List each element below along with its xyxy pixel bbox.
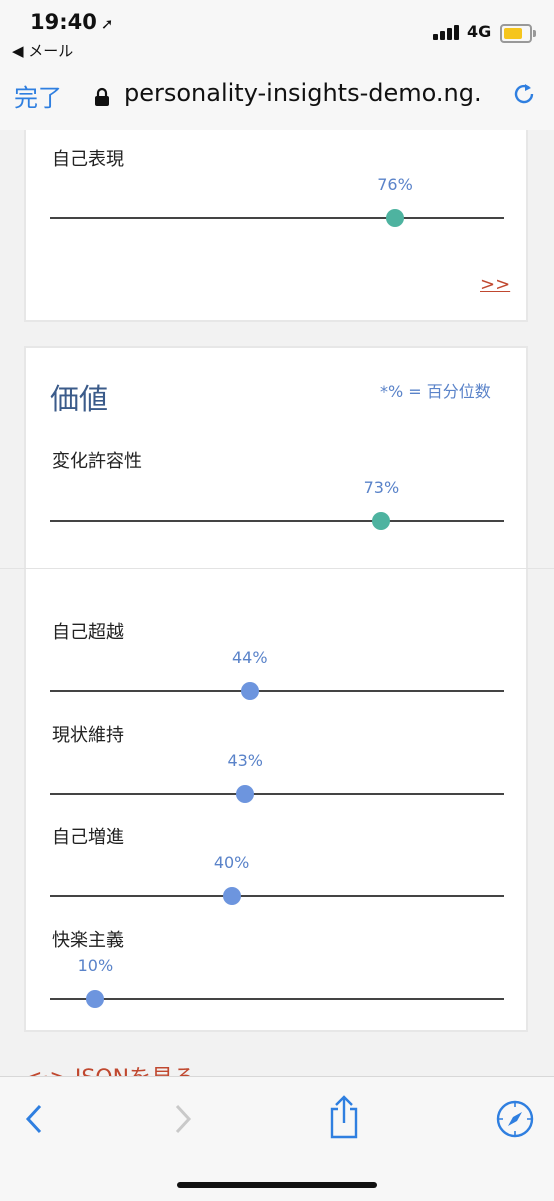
share-icon[interactable]: [328, 1095, 360, 1139]
sub-trait-label: 自己超越: [52, 622, 124, 643]
trait-card-self-expression: 自己表現 76% >>: [24, 130, 528, 322]
main-trait-slider-knob: [372, 512, 391, 530]
forward-icon[interactable]: [171, 1103, 195, 1135]
page-content[interactable]: 自己表現 76% >> 価値 *% = 百分位数 変化許容性 73% 自己超越 4…: [0, 130, 554, 1076]
network-type: 4G: [467, 22, 492, 41]
home-indicator: [177, 1182, 377, 1188]
main-trait-label: 変化許容性: [52, 451, 142, 472]
sub-trait-slider-knob: [222, 887, 241, 905]
percentile-note: *% = 百分位数: [380, 382, 491, 401]
view-json-link[interactable]: <·> JSONを見る: [24, 1060, 195, 1076]
status-time: 19:40 ➚: [30, 10, 113, 34]
sub-trait-slider-track: [50, 895, 504, 897]
sub-trait-slider-track: [50, 690, 504, 692]
sub-trait-slider-knob: [236, 785, 255, 803]
reload-icon[interactable]: [510, 80, 538, 108]
trait-slider-knob: [386, 209, 405, 227]
sub-trait-label: 快楽主義: [52, 930, 124, 951]
values-card: 価値 *% = 百分位数 変化許容性 73% 自己超越 44% 現状維持 43% 自己増…: [0, 346, 554, 1032]
time-text: 19:40: [30, 10, 97, 34]
main-trait-percent: 73%: [363, 478, 400, 497]
sub-trait-slider-knob: [240, 682, 259, 700]
sub-trait-slider-track: [50, 793, 504, 795]
sub-trait-percent: 44%: [231, 648, 268, 667]
sub-trait-slider-track: [50, 998, 504, 1000]
sub-trait-percent: 43%: [227, 751, 263, 770]
section-title: 価値: [50, 382, 109, 416]
trait-slider-track: [50, 217, 504, 219]
status-bar: 19:40 ➚ ◀ メール 4G: [0, 0, 554, 62]
done-button[interactable]: 完了: [14, 78, 62, 113]
sub-trait-slider-knob: [86, 990, 105, 1008]
trait-label: 自己表現: [52, 149, 124, 170]
battery-icon: [500, 24, 536, 43]
cellular-signal-icon: [433, 22, 463, 40]
more-link[interactable]: >>: [480, 274, 510, 295]
trait-percent: 76%: [377, 175, 413, 194]
main-trait-slider-track: [50, 520, 504, 522]
sub-trait-percent: 40%: [213, 853, 250, 872]
sub-trait-label: 現状維持: [52, 725, 124, 746]
url-text[interactable]: personality-insights-demo.ng.: [124, 79, 484, 107]
section-divider: [0, 568, 554, 569]
back-icon[interactable]: [22, 1103, 46, 1135]
back-to-mail-link[interactable]: ◀ メール: [12, 40, 73, 61]
sub-trait-label: 自己増進: [52, 827, 124, 848]
sub-trait-percent: 10%: [77, 956, 114, 975]
lock-icon: [95, 87, 109, 106]
browser-url-bar: 完了 personality-insights-demo.ng.: [0, 62, 554, 131]
location-arrow-icon: ➚: [100, 15, 114, 33]
compass-icon[interactable]: [495, 1099, 535, 1139]
